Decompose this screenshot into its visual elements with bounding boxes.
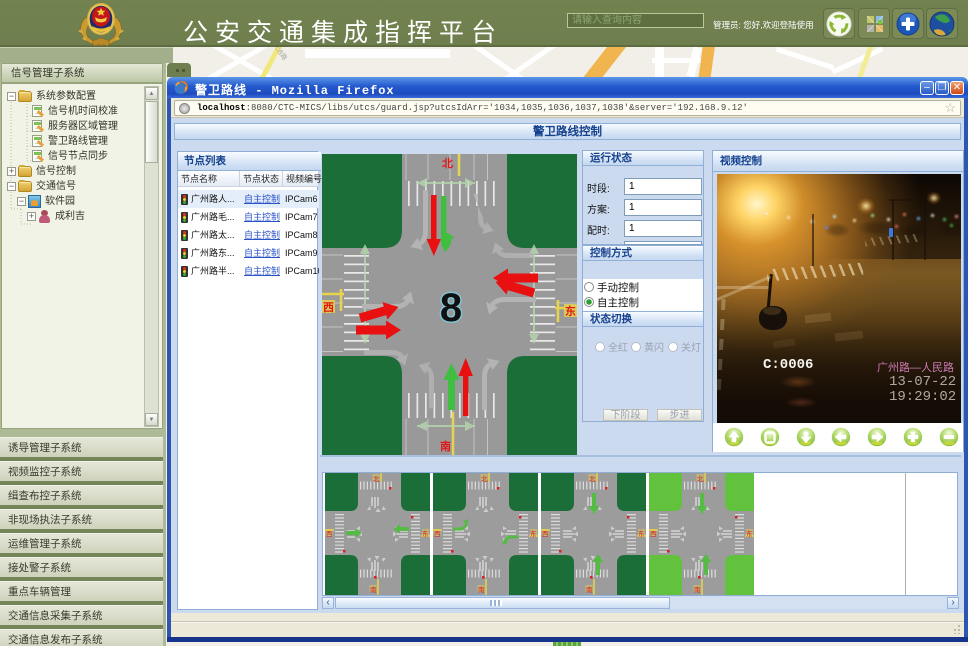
svg-text:北: 北: [442, 156, 453, 170]
svg-text:东: 东: [565, 304, 576, 318]
svg-text:南: 南: [440, 439, 451, 453]
svg-text:西: 西: [323, 301, 334, 314]
svg-text:8: 8: [440, 286, 462, 330]
